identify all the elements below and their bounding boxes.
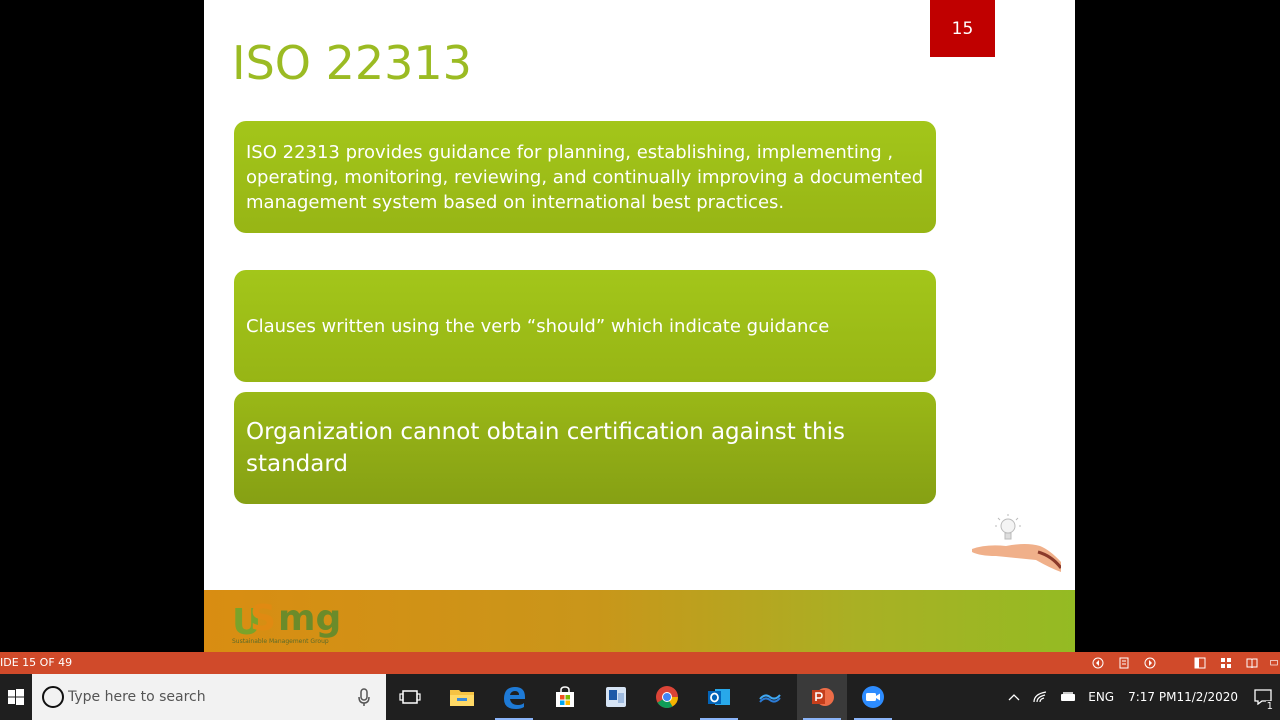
folder-icon <box>450 690 474 706</box>
cortana-icon <box>42 686 64 708</box>
windows-taskbar: ENG 7:17 PM 11/2/2020 1 <box>0 674 1280 720</box>
speaker-icon <box>1061 692 1076 701</box>
action-center-button[interactable]: 1 <box>1246 674 1280 720</box>
start-button[interactable] <box>0 674 32 720</box>
zoom-icon <box>862 686 884 708</box>
logo-s: S <box>250 598 276 639</box>
clock[interactable]: 7:17 PM 11/2/2020 <box>1120 674 1246 720</box>
previous-slide-icon[interactable] <box>1090 655 1106 671</box>
slide-counter: IDE 15 OF 49 <box>0 656 73 669</box>
windows-logo-icon <box>8 689 24 705</box>
taskbar-search[interactable] <box>32 674 386 720</box>
task-view-icon <box>399 690 421 704</box>
task-view-button[interactable] <box>385 674 435 720</box>
content-box-guidance: ISO 22313 provides guidance for planning… <box>234 121 936 233</box>
edge-icon <box>504 687 525 709</box>
search-input[interactable] <box>68 686 348 708</box>
logo-subtitle: Sustainable Management Group <box>232 638 329 645</box>
presentation-slide[interactable]: ISO 22313 15 ISO 22313 provides guidance… <box>204 0 1075 652</box>
app-window-icon <box>606 687 626 707</box>
slide-footer-band: U S mg Sustainable Management Group <box>204 590 1075 652</box>
outlook-icon <box>708 689 730 705</box>
chrome-button[interactable] <box>642 674 692 720</box>
microphone-icon[interactable] <box>358 686 370 708</box>
screen: ISO 22313 15 ISO 22313 provides guidance… <box>0 0 1280 720</box>
zoom-button[interactable] <box>848 674 898 720</box>
volume-button[interactable] <box>1054 674 1082 720</box>
clock-date: 11/2/2020 <box>1176 690 1238 704</box>
slideshow-view-icon[interactable] <box>1270 655 1278 671</box>
network-button[interactable] <box>1026 674 1054 720</box>
slideshow-controls <box>1090 655 1280 671</box>
next-slide-icon[interactable] <box>1142 655 1158 671</box>
content-box-text: Clauses written using the verb “should” … <box>246 315 830 337</box>
powerpoint-button[interactable] <box>797 674 847 720</box>
content-box-certification: Organization cannot obtain certification… <box>234 392 936 504</box>
wifi-icon <box>1033 691 1047 703</box>
reading-view-icon[interactable] <box>1244 655 1260 671</box>
edge-browser-button[interactable] <box>489 674 539 720</box>
slide-title: ISO 22313 <box>232 36 472 90</box>
slide-sorter-icon[interactable] <box>1218 655 1234 671</box>
show-hidden-icons-button[interactable] <box>1002 674 1026 720</box>
clock-time: 7:17 PM <box>1128 690 1177 704</box>
content-box-clauses: Clauses written using the verb “should” … <box>234 270 936 382</box>
normal-view-icon[interactable] <box>1192 655 1208 671</box>
slideshow-status-bar: IDE 15 OF 49 <box>0 652 1280 674</box>
microsoft-store-button[interactable] <box>540 674 590 720</box>
hand-lightbulb-icon <box>972 514 1061 572</box>
language-indicator[interactable]: ENG <box>1082 674 1120 720</box>
content-box-text: ISO 22313 provides guidance for planning… <box>246 141 924 213</box>
notification-count: 1 <box>1265 701 1274 712</box>
smg-logo: U S mg Sustainable Management Group <box>232 598 362 648</box>
content-box-text: Organization cannot obtain certification… <box>246 419 845 477</box>
slide-menu-icon[interactable] <box>1116 655 1132 671</box>
outlook-app-button[interactable] <box>591 674 641 720</box>
powerpoint-icon <box>812 688 834 706</box>
waves-app-icon <box>759 694 781 703</box>
outlook-button[interactable] <box>694 674 744 720</box>
chevron-up-icon <box>1008 694 1020 701</box>
chrome-icon <box>656 686 678 708</box>
store-icon <box>556 686 574 707</box>
logo-text: mg <box>278 598 342 639</box>
system-tray: ENG 7:17 PM 11/2/2020 1 <box>1002 674 1280 720</box>
file-explorer-button[interactable] <box>437 674 487 720</box>
app-button[interactable] <box>745 674 795 720</box>
slide-number-badge: 15 <box>930 0 995 57</box>
